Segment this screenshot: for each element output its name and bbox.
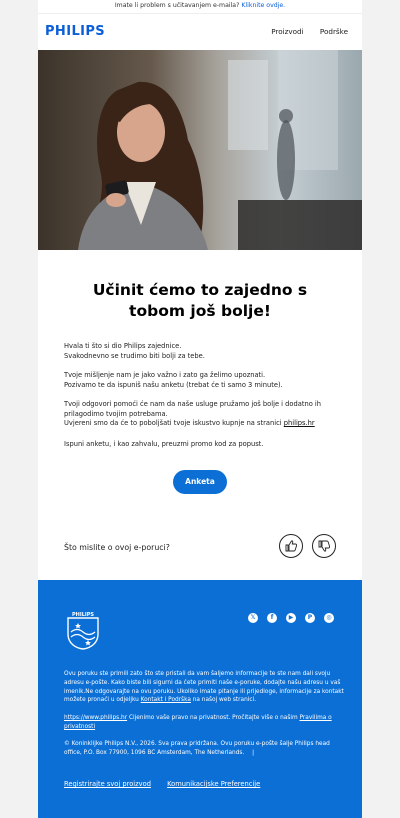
benefit-line-2: prilagodimo tvojim potrebama. <box>64 409 168 418</box>
thumbs-down-icon <box>318 540 331 552</box>
header-nav: Proizvodi Podrške <box>257 27 348 36</box>
preheader-text: Imate li problem s učitavanjem e-maila? <box>114 2 240 9</box>
footer: PHILIPS 𝕏 f ▶ P ◎ Ovu poruku ste primili… <box>38 580 362 818</box>
philips-website-link[interactable]: https://www.philips.hr <box>64 715 127 721</box>
copyright-separator: | <box>252 749 255 756</box>
instagram-icon[interactable]: ◎ <box>324 613 334 623</box>
philips-hr-link[interactable]: philips.hr <box>284 419 315 427</box>
contact-support-link[interactable]: Kontakt i Podrška <box>141 697 191 703</box>
email-frame: Imate li problem s učitavanjem e-maila? … <box>38 0 362 818</box>
philips-logo[interactable]: PHILIPS <box>45 24 105 39</box>
survey-button[interactable]: Anketa <box>173 470 227 494</box>
nav-support[interactable]: Podrške <box>320 27 348 36</box>
copyright-text: © Koninklijke Philips N.V., 2026. Sva pr… <box>64 741 330 756</box>
youtube-glyph: ▶ <box>288 614 294 621</box>
header-bar: PHILIPS Proizvodi Podrške <box>38 14 362 50</box>
intro-line-1: Hvala ti što si dio Philips zajednice. <box>64 342 182 350</box>
register-product-link[interactable]: Registrirajte svoj proizvod <box>64 780 151 788</box>
benefit-line-1: Tvoji odgovori pomoći će nam da naše usl… <box>64 400 322 408</box>
preheader-link[interactable]: Kliknite ovdje. <box>241 2 285 9</box>
survey-paragraph: Tvoje mišljenje nam je jako važno i zato… <box>64 371 344 390</box>
intro-line-2: Svakodnevno se trudimo biti bolji za teb… <box>64 351 205 360</box>
thumbs-up-icon <box>285 540 298 552</box>
feedback-question: Što mislite o ovoj e-poruci? <box>64 543 170 552</box>
preheader: Imate li problem s učitavanjem e-maila? … <box>38 0 362 14</box>
facebook-glyph: f <box>270 614 274 621</box>
hero-image <box>38 50 362 250</box>
pinterest-icon[interactable]: P <box>305 613 315 623</box>
survey-line-1: Tvoje mišljenje nam je jako važno i zato… <box>64 371 266 379</box>
thumbs-down-button[interactable] <box>312 534 336 558</box>
facebook-icon[interactable]: f <box>267 613 277 623</box>
privacy-text: Cijenimo vaše pravo na privatnost. Proči… <box>128 715 298 721</box>
x-icon[interactable]: 𝕏 <box>248 613 258 623</box>
legal-notice: Ovu poruku ste primili zato što ste pris… <box>64 670 344 705</box>
copyright-notice: © Koninklijke Philips N.V., 2026. Sva pr… <box>64 740 344 758</box>
legal-text-end: na našoj web stranici. <box>192 697 257 704</box>
youtube-icon[interactable]: ▶ <box>286 613 296 623</box>
footer-links: Registrirajte svoj proizvod Komunikacijs… <box>64 780 274 788</box>
benefit-line-3-text: Uvjereni smo da će to poboljšati tvoje i… <box>64 419 284 428</box>
philips-shield-logo[interactable]: PHILIPS <box>66 610 100 650</box>
pinterest-glyph: P <box>307 614 313 621</box>
instagram-glyph: ◎ <box>326 614 332 621</box>
privacy-notice: https://www.philips.hr Cijenimo vaše pra… <box>64 714 344 732</box>
x-glyph: 𝕏 <box>250 614 256 621</box>
main-content: Učinit ćemo to zajedno s tobom još bolje… <box>38 250 362 580</box>
nav-products[interactable]: Proizvodi <box>271 27 303 36</box>
thumbs-up-button[interactable] <box>279 534 303 558</box>
benefit-line-3: Uvjereni smo da će to poboljšati tvoje i… <box>64 419 344 429</box>
benefit-paragraph: Tvoji odgovori pomoći će nam da naše usl… <box>64 400 344 429</box>
intro-paragraph: Hvala ti što si dio Philips zajednice. S… <box>64 342 344 361</box>
communication-preferences-link[interactable]: Komunikacijske Preferencije <box>167 780 260 788</box>
promo-paragraph: Ispuni anketu, i kao zahvalu, preuzmi pr… <box>64 440 264 448</box>
headline: Učinit ćemo to zajedno s tobom još bolje… <box>92 281 308 320</box>
survey-line-2: Pozivamo te da ispuniš našu anketu (treb… <box>64 380 283 389</box>
hero-illustration <box>38 50 362 250</box>
emblem-word: PHILIPS <box>72 612 94 618</box>
